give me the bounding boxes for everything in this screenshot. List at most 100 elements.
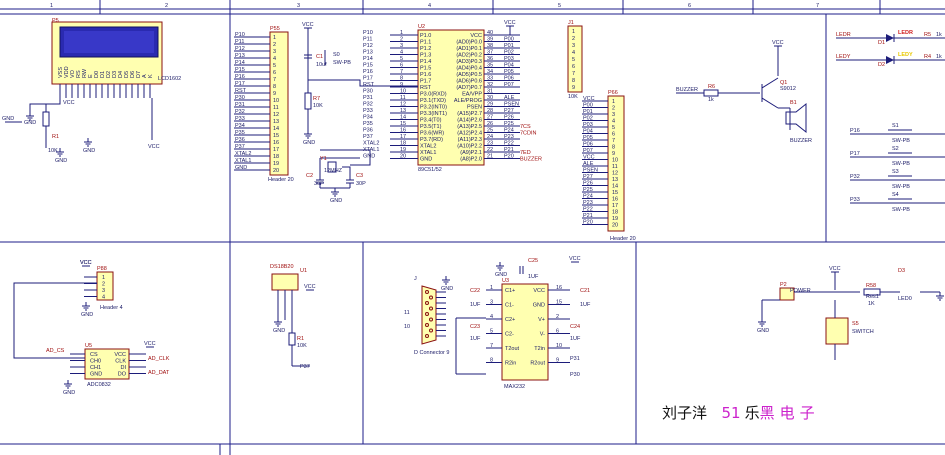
key-net: P32 <box>850 174 860 180</box>
adc-left: GND <box>90 372 102 378</box>
led-r-val: 1k <box>936 32 942 38</box>
gnd-label: GND <box>63 390 75 396</box>
r6-ref: R6 <box>708 84 715 90</box>
j1-pin: 5 <box>572 57 575 63</box>
column-label-5: 5 <box>558 3 561 9</box>
p55-net-P10: P10 <box>235 32 245 38</box>
mcu-right-net: P24 <box>504 128 514 134</box>
gnd-label: GND <box>83 148 95 154</box>
p55-net-P36: P36 <box>235 137 245 143</box>
p66-pin: 2 <box>612 106 615 112</box>
p2-val: POWER <box>790 288 811 294</box>
mcu-right-net: P27 <box>504 108 514 114</box>
c3-ref: C3 <box>356 173 363 179</box>
max232-left-pin: 5 <box>490 329 493 335</box>
ds18b20-body <box>271 273 299 291</box>
mcu-left-net: P16 <box>363 69 373 75</box>
mcu-right-label: EA/VPP <box>462 92 482 98</box>
max232-cap-val: 1UF <box>570 336 581 342</box>
max232-cap-val: 1UF <box>470 302 481 308</box>
r7-ref: R7 <box>313 96 320 102</box>
lcd-ref: P5 <box>52 18 59 24</box>
max232-cap-val: 1UF <box>470 336 481 342</box>
c1-ref: C1 <box>316 54 323 60</box>
p66-net: P20 <box>583 220 593 226</box>
p55-net-P14: P14 <box>235 60 245 66</box>
mcu-left-pin: 3 <box>400 43 403 49</box>
mcu-left-label: P3.1(TXD) <box>420 98 446 104</box>
p66-pin: 14 <box>612 184 618 190</box>
p66-name: Header 20 <box>610 236 636 242</box>
lcd-name: LCD1602 <box>158 76 181 82</box>
r6-resistor <box>703 89 719 97</box>
wire <box>761 77 779 89</box>
mcu-left-label: P3.7(RD) <box>420 137 443 143</box>
led-color-label: LEDR <box>898 30 913 36</box>
mcu-left-net: P15 <box>363 63 373 69</box>
mcu-right-label: (A14)P2.6 <box>457 118 482 124</box>
column-label-7: 7 <box>816 3 819 9</box>
max232-right: V- <box>540 332 545 338</box>
mcu-right-net: P23 <box>504 134 514 140</box>
mcu-left-net: P31 <box>363 95 373 101</box>
mcu-name: 89C51/52 <box>418 167 442 173</box>
brand-char: 乐 <box>744 404 760 422</box>
mcu-right-pin: 28 <box>487 108 493 114</box>
gnd-label: GND <box>757 328 769 334</box>
p55-net-P30: P30 <box>235 95 245 101</box>
mcu-right-net: P26 <box>504 115 514 121</box>
mcu-right-label: (A8)P2.0 <box>460 157 482 163</box>
max232-left: C1- <box>505 303 514 309</box>
adc-right: DO <box>118 372 127 378</box>
key-net: P16 <box>850 128 860 134</box>
c22-ref: C22 <box>470 288 480 294</box>
mcu-left-label: P1.1 <box>420 40 431 46</box>
mcu-right-net: ALE <box>504 95 515 101</box>
r6-val: 1k <box>708 97 714 103</box>
mcu-left-pin: 12 <box>400 102 406 108</box>
mcu-left-net: P12 <box>363 43 373 49</box>
max232-cap-val: 1UF <box>580 302 591 308</box>
mcu-right-label: (AD6)P0.6 <box>456 79 482 85</box>
p66-pin: 20 <box>612 223 618 229</box>
p88-name: Header 4 <box>100 305 123 311</box>
led-net: LEDR <box>836 32 851 38</box>
schematic-canvas: 1 2 3 4 5 6 7VSS VDD VO RS RW E D0 D1 D2 D3 D4 D5 D6 D7 A K LC… <box>0 0 945 455</box>
mcu-right-pin: 30 <box>487 95 493 101</box>
ds18b20-net: P37 <box>300 364 310 370</box>
r58-k: 1K <box>868 301 875 307</box>
p66-pin: 19 <box>612 216 618 222</box>
mcu-left-label: P1.0 <box>420 33 431 39</box>
max232-left-pin: 1 <box>490 285 493 291</box>
mcu-left-pin: 6 <box>400 63 403 69</box>
max232-right-pin: 16 <box>556 285 562 291</box>
max232-name: MAX232 <box>504 384 525 390</box>
vcc-label: VCC <box>144 341 156 347</box>
mcu-left-net: P32 <box>363 102 373 108</box>
p55-net-P37: P37 <box>235 144 245 150</box>
c2-ref: C2 <box>306 173 313 179</box>
mcu-left-net: P17 <box>363 76 373 82</box>
j1-pin: 8 <box>572 78 575 84</box>
mcu-left-net: P35 <box>363 121 373 127</box>
p66-pin: 17 <box>612 203 618 209</box>
p55-pin-num: 18 <box>273 154 279 160</box>
max232-left: C2- <box>505 332 514 338</box>
p55-net-P32: P32 <box>235 109 245 115</box>
p66-pin: 15 <box>612 190 618 196</box>
p55-pin-num: 2 <box>273 42 276 48</box>
mcu-left-label: P1.2 <box>420 46 431 52</box>
column-label-4: 4 <box>428 3 431 9</box>
mcu-right-net: P22 <box>504 141 514 147</box>
lcd-vss-wire <box>29 98 61 112</box>
mcu-right-net: P05 <box>504 69 514 75</box>
mcu-right-label: (AD3)P0.3 <box>456 59 482 65</box>
dsub-pin-num: 11 <box>404 310 410 316</box>
mcu-right-pin: 37 <box>487 50 493 56</box>
mcu-right-label: (AD2)P0.2 <box>456 53 482 59</box>
max232-ref: U3 <box>502 278 509 284</box>
j1-pin: 1 <box>572 29 575 35</box>
brand-suffix: 1 <box>731 404 741 422</box>
p55-net-P13: P13 <box>235 53 245 59</box>
buzzer-net: BUZZER <box>676 87 698 93</box>
